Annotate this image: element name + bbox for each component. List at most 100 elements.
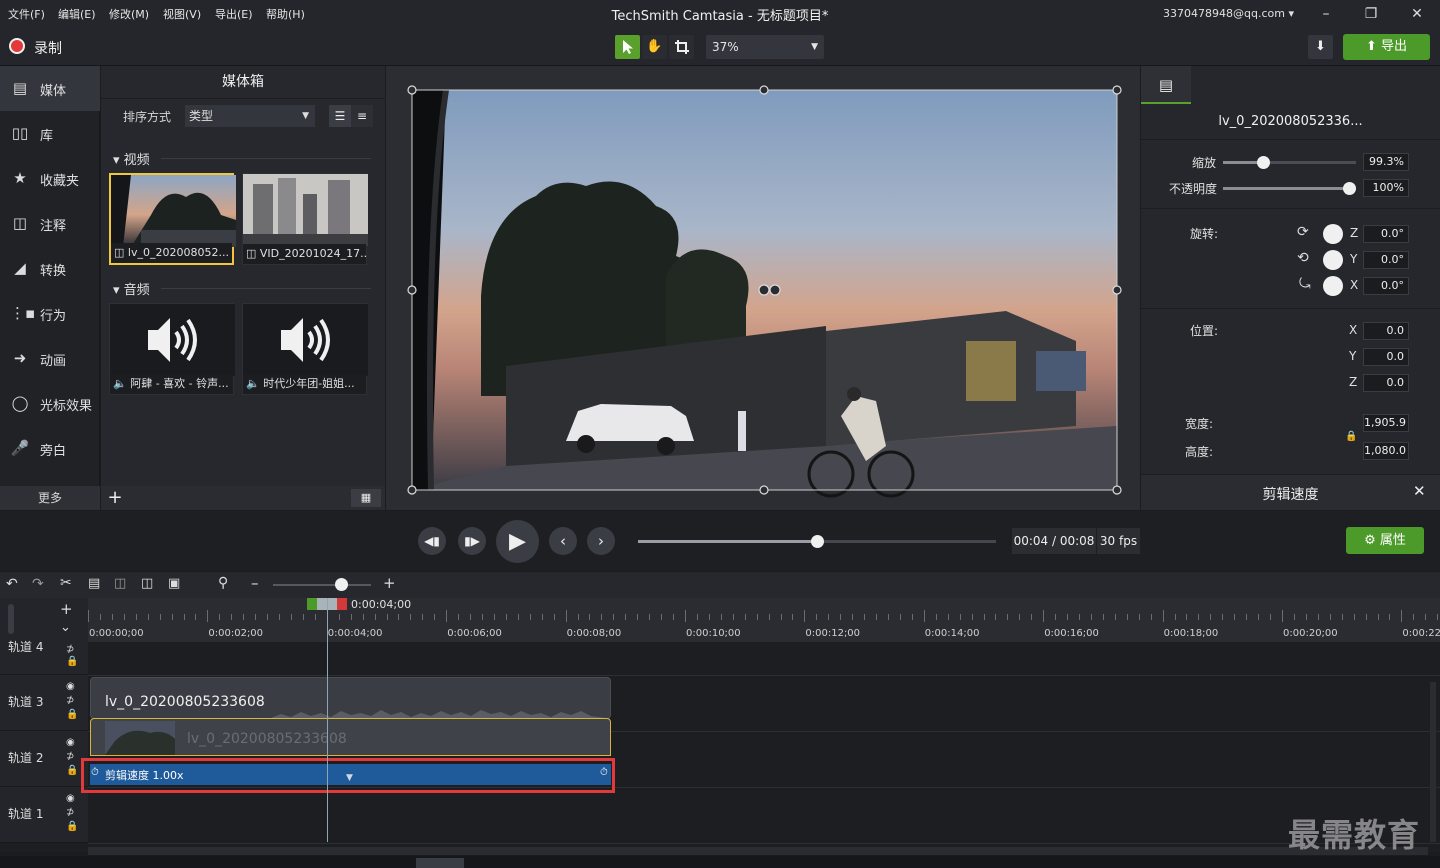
media-item-video-1[interactable]: ◫ lv_0_202008052... bbox=[109, 173, 236, 265]
crop-tool-icon[interactable] bbox=[669, 35, 694, 59]
speed-handle-right-icon[interactable]: ⏱ bbox=[600, 767, 608, 778]
paste-icon[interactable]: ◫ bbox=[114, 576, 126, 591]
clip-speed-bar[interactable]: ⏱ 剪辑速度 1.00x ▼ ⏱ bbox=[90, 764, 611, 785]
close-icon[interactable]: ✕ bbox=[1407, 4, 1427, 24]
record-icon[interactable] bbox=[9, 38, 25, 54]
cut-icon[interactable]: ✂ bbox=[60, 575, 72, 591]
add-icon[interactable]: + bbox=[105, 486, 125, 510]
search-icon[interactable]: ⚲ bbox=[218, 575, 228, 591]
timeline-zoom-knob[interactable] bbox=[335, 578, 348, 591]
chevron-left-icon[interactable]: ‹ bbox=[549, 527, 577, 555]
video-frame[interactable] bbox=[386, 66, 1140, 510]
horizontal-scrollbar[interactable] bbox=[88, 847, 1428, 855]
export-button[interactable]: ⬆ 导出 bbox=[1343, 34, 1430, 60]
rotate-z-dial[interactable] bbox=[1323, 224, 1343, 244]
zoom-out-icon[interactable]: – bbox=[251, 574, 259, 592]
timeline-scroll-thumb[interactable] bbox=[416, 858, 464, 868]
track-3-header[interactable]: 轨道 3 ◉ ⊅ 🔒 bbox=[0, 675, 88, 731]
view-details-icon[interactable]: ☰ bbox=[329, 105, 351, 127]
nav-media[interactable]: ▤ 媒体 bbox=[0, 66, 100, 111]
rotation-x-field[interactable]: 0.0° bbox=[1363, 277, 1409, 295]
close-icon[interactable]: ✕ bbox=[1413, 482, 1426, 500]
link-icon[interactable]: ⊅ bbox=[66, 807, 74, 818]
nav-favorites[interactable]: ★ 收藏夹 bbox=[0, 156, 100, 201]
scrubber-knob[interactable] bbox=[811, 535, 824, 548]
rotation-y-field[interactable]: 0.0° bbox=[1363, 251, 1409, 269]
media-item-audio-1[interactable]: 🔈 阿肆 - 喜欢 - 铃声... bbox=[109, 303, 235, 395]
visual-properties-tab[interactable]: ▤ bbox=[1141, 66, 1191, 104]
add-track-icon[interactable]: + bbox=[60, 600, 73, 618]
snapshot-icon[interactable]: ▣ bbox=[168, 576, 180, 591]
scale-slider[interactable] bbox=[1223, 156, 1356, 169]
nav-voice-narration[interactable]: 🎤 旁白 bbox=[0, 426, 100, 471]
width-field[interactable]: 1,905.9 bbox=[1363, 414, 1409, 432]
sort-select[interactable]: 类型 ▼ bbox=[185, 105, 315, 127]
lock-aspect-icon[interactable]: 🔒 bbox=[1345, 431, 1357, 442]
caret-down-icon[interactable]: ▼ bbox=[346, 773, 353, 783]
account-menu[interactable]: 3370478948@qq.com ▾ bbox=[1163, 7, 1294, 20]
more-button[interactable]: 更多 bbox=[0, 486, 100, 510]
record-button[interactable]: 录制 bbox=[34, 38, 62, 58]
chevron-down-icon[interactable]: ⌄ bbox=[60, 620, 71, 635]
opacity-field[interactable]: 100% bbox=[1363, 179, 1409, 197]
height-field[interactable]: 1,080.0 bbox=[1363, 442, 1409, 460]
grid-view-icon[interactable]: ▦ bbox=[351, 489, 381, 507]
zoom-select[interactable]: 37% ▼ bbox=[706, 35, 824, 59]
timeline-zoom-slider[interactable] bbox=[273, 584, 371, 586]
undo-icon[interactable]: ↶ bbox=[6, 576, 18, 592]
nav-animations[interactable]: ➜ 动画 bbox=[0, 336, 100, 381]
rotate-x-dial[interactable] bbox=[1323, 276, 1343, 296]
video-clip[interactable]: lv_0_20200805233608 bbox=[90, 718, 611, 756]
scrubber-track[interactable] bbox=[638, 535, 996, 548]
link-icon[interactable]: ⊅ bbox=[66, 751, 74, 762]
link-icon[interactable]: ⊅ bbox=[66, 644, 74, 655]
download-icon[interactable]: ⬇ bbox=[1308, 35, 1333, 59]
link-icon[interactable]: ⊅ bbox=[66, 695, 74, 706]
zoom-in-icon[interactable]: + bbox=[383, 574, 396, 592]
opacity-slider-knob[interactable] bbox=[1343, 182, 1356, 195]
chevron-right-icon[interactable]: › bbox=[587, 527, 615, 555]
scale-field[interactable]: 99.3% bbox=[1363, 153, 1409, 171]
play-icon[interactable]: ▶ bbox=[496, 520, 539, 563]
track-4-header[interactable]: 轨道 4 ⊅ 🔒 bbox=[0, 640, 88, 675]
nav-behaviors[interactable]: ⋮▪ 行为 bbox=[0, 291, 100, 336]
rotate-y-dial[interactable] bbox=[1323, 250, 1343, 270]
maximize-icon[interactable]: ❐ bbox=[1361, 4, 1381, 24]
step-forward-icon[interactable]: ▮▶ bbox=[458, 527, 486, 555]
sort-order-icon[interactable]: ≡ bbox=[351, 105, 373, 127]
lock-icon[interactable]: 🔒 bbox=[66, 765, 78, 776]
nav-transitions[interactable]: ◢ 转换 bbox=[0, 246, 100, 291]
timeline-ruler[interactable]: 0:00:00;00 0:00:02;00 0:00:04;00 0:00:06;00… bbox=[88, 598, 1440, 642]
previous-frame-icon[interactable]: ◀▮ bbox=[418, 527, 446, 555]
redo-icon[interactable]: ↷ bbox=[32, 576, 44, 592]
audio-clip[interactable]: lv_0_20200805233608 bbox=[90, 677, 611, 719]
rotation-z-field[interactable]: 0.0° bbox=[1363, 225, 1409, 243]
position-x-field[interactable]: 0.0 bbox=[1363, 322, 1409, 340]
media-item-video-2[interactable]: ◫ VID_20201024_17... bbox=[242, 173, 368, 265]
track-height-slider[interactable] bbox=[8, 604, 14, 634]
lock-icon[interactable]: 🔒 bbox=[66, 821, 78, 832]
in-point[interactable] bbox=[307, 598, 317, 610]
track-2-header[interactable]: 轨道 2 ◉ ⊅ 🔒 bbox=[0, 731, 88, 787]
split-icon[interactable]: ◫ bbox=[141, 576, 153, 591]
out-point[interactable] bbox=[337, 598, 347, 610]
copy-icon[interactable]: ▤ bbox=[88, 576, 100, 591]
properties-button[interactable]: ⚙ 属性 bbox=[1346, 527, 1424, 554]
track-1-header[interactable]: 轨道 1 ◉ ⊅ 🔒 bbox=[0, 787, 88, 843]
audio-section-toggle[interactable]: ▾ 音频 bbox=[113, 279, 150, 298]
lock-icon[interactable]: 🔒 bbox=[66, 709, 78, 720]
vertical-scrollbar[interactable] bbox=[1430, 682, 1436, 842]
eye-icon[interactable]: ◉ bbox=[66, 737, 75, 748]
eye-icon[interactable]: ◉ bbox=[66, 793, 75, 804]
minimize-icon[interactable]: – bbox=[1316, 4, 1336, 24]
nav-cursor-effects[interactable]: ◯ 光标效果 bbox=[0, 381, 100, 426]
nav-library[interactable]: ▯▯ 库 bbox=[0, 111, 100, 156]
scale-slider-knob[interactable] bbox=[1257, 156, 1270, 169]
speed-handle-left-icon[interactable]: ⏱ bbox=[91, 767, 99, 778]
pan-tool-icon[interactable]: ✋ bbox=[642, 35, 667, 59]
lock-icon[interactable]: 🔒 bbox=[66, 656, 78, 667]
media-item-audio-2[interactable]: 🔈 时代少年团-姐姐... bbox=[242, 303, 368, 395]
select-tool-icon[interactable] bbox=[615, 35, 640, 59]
video-section-toggle[interactable]: ▾ 视频 bbox=[113, 149, 150, 168]
nav-annotations[interactable]: ◫ 注释 bbox=[0, 201, 100, 246]
